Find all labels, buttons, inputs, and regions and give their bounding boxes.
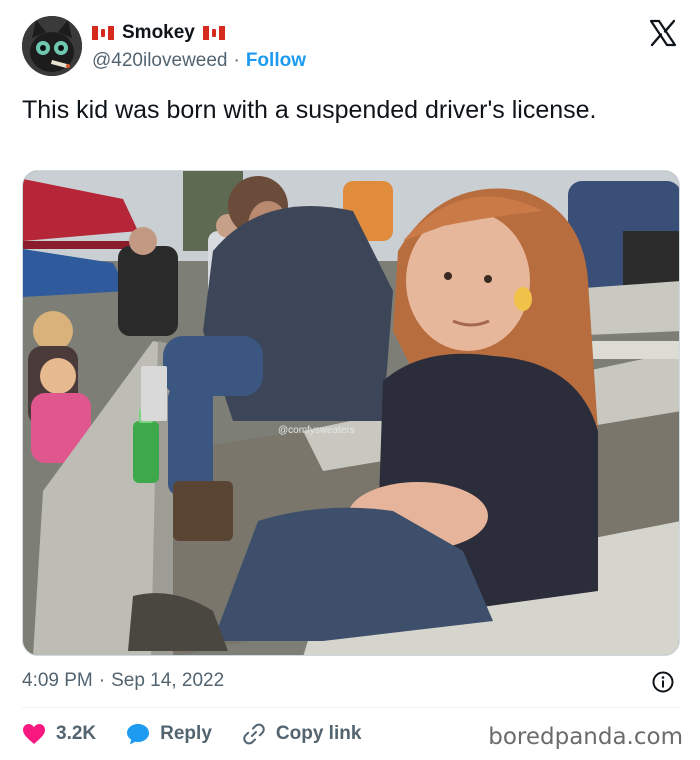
reply-button[interactable]: Reply	[126, 723, 212, 745]
name-row: Smokey	[92, 20, 306, 46]
tweet-image[interactable]: @comfysweaters	[22, 170, 680, 656]
tweet-timestamp[interactable]: 4:09 PM · Sep 14, 2022	[22, 670, 224, 692]
avatar[interactable]	[22, 16, 82, 76]
action-bar: 3.2K Reply Copy link	[22, 720, 391, 748]
user-handle[interactable]: @420iloveweed	[92, 50, 228, 72]
x-logo-icon[interactable]	[648, 18, 678, 48]
heart-icon	[23, 724, 45, 744]
tweet-text: This kid was born with a suspended drive…	[22, 96, 597, 124]
site-watermark: boredpanda.com	[488, 724, 683, 750]
copy-link-label: Copy link	[275, 723, 362, 744]
separator-dot: ·	[233, 50, 240, 71]
canada-flag-icon	[202, 26, 225, 40]
divider	[22, 707, 680, 708]
tweet-header: Smokey @420iloveweed · Follow	[22, 16, 682, 78]
link-icon	[243, 723, 265, 745]
follow-button[interactable]: Follow	[246, 50, 306, 72]
tweet-date: Sep 14, 2022	[111, 670, 225, 691]
reply-bubble-icon	[127, 724, 150, 745]
image-watermark: @comfysweaters	[278, 425, 355, 436]
tweet-time: 4:09 PM	[22, 670, 93, 691]
like-count: 3.2K	[56, 723, 97, 744]
handle-row: @420iloveweed · Follow	[92, 50, 306, 72]
photo-kid-in-bleachers: @comfysweaters	[23, 171, 679, 655]
separator-dot: ·	[98, 670, 106, 691]
canada-flag-icon	[92, 26, 114, 40]
copy-link-button[interactable]: Copy link	[242, 722, 362, 746]
info-icon[interactable]	[651, 670, 675, 694]
user-block: Smokey @420iloveweed · Follow	[92, 20, 306, 72]
display-name[interactable]: Smokey	[122, 22, 195, 44]
like-button[interactable]: 3.2K	[22, 723, 96, 745]
cat-avatar-icon	[22, 16, 82, 76]
reply-label: Reply	[160, 723, 212, 744]
